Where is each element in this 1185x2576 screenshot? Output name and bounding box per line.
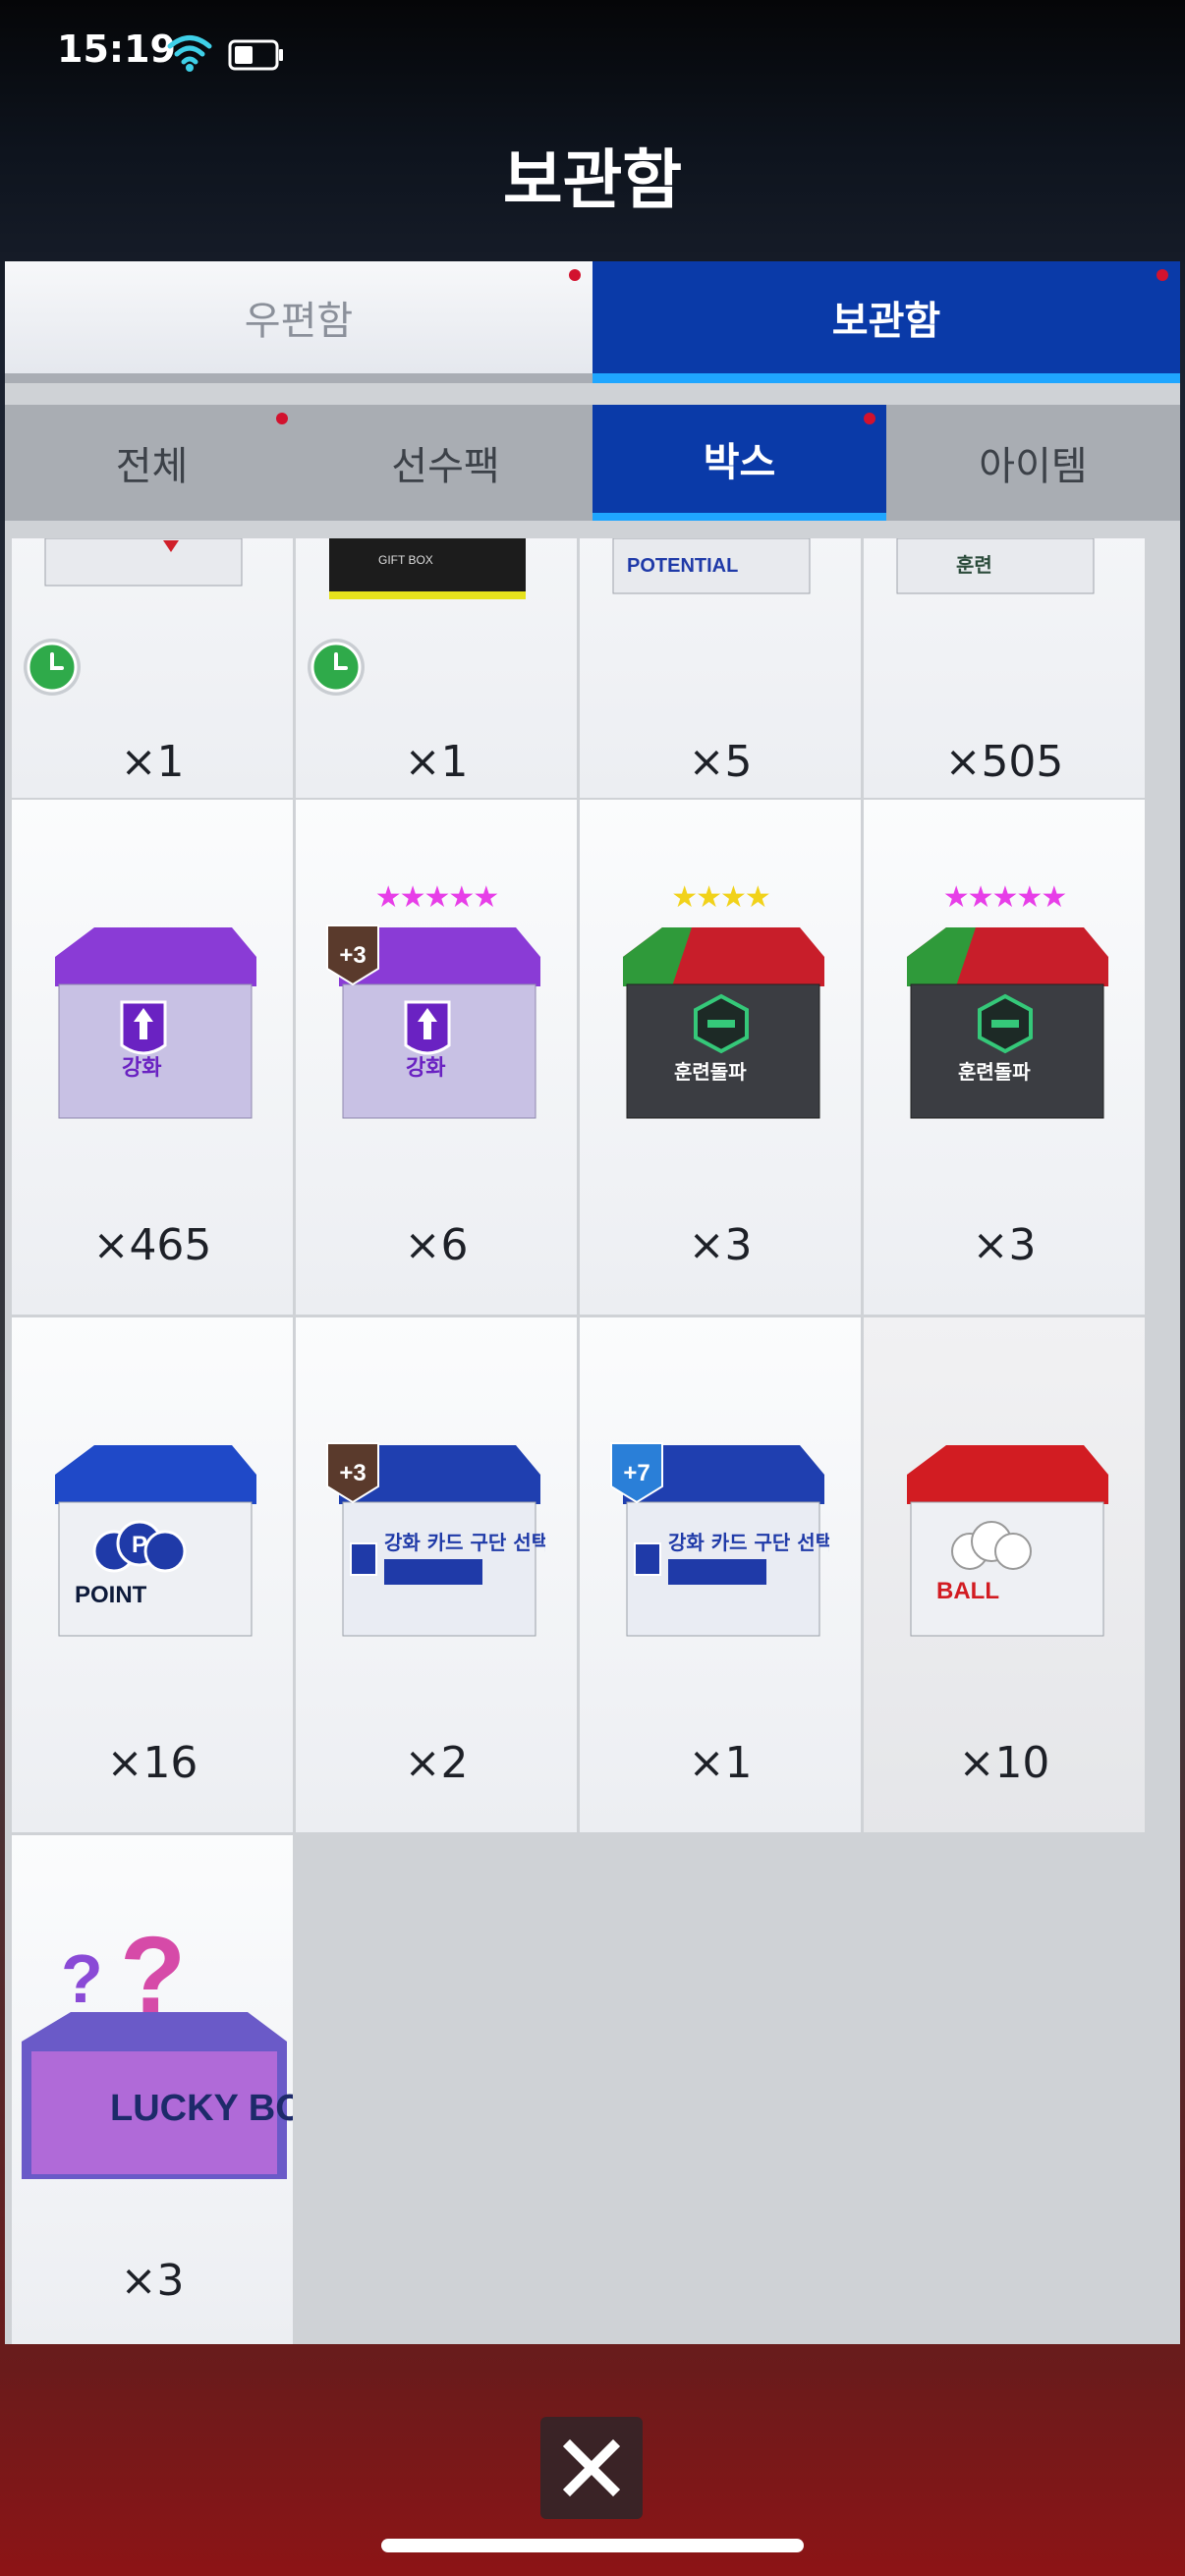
- grid-cell[interactable]: 강화 ×465: [12, 800, 293, 1315]
- box-label: 강화: [406, 1056, 445, 1081]
- ball-box-icon: BALL: [907, 1445, 1108, 1637]
- item-quantity: ×505: [944, 737, 1064, 787]
- enhance-box-icon: 강화: [55, 927, 256, 1119]
- scrollbar[interactable]: [1167, 555, 1175, 2324]
- item-quantity: ×465: [92, 1220, 212, 1270]
- notification-dot: [569, 269, 581, 281]
- item-quantity: ×3: [688, 1220, 753, 1270]
- star-rating: ★★★★★: [942, 880, 1067, 915]
- timer-icon: [24, 639, 81, 696]
- box-icon: [44, 538, 243, 587]
- star-rating: ★★★★★: [374, 880, 499, 915]
- training-box-icon: 훈련: [896, 538, 1095, 594]
- star-rating: ★★★★: [671, 880, 771, 915]
- training-breakthrough-box-icon: 훈련돌파: [907, 927, 1108, 1119]
- item-quantity: ×2: [404, 1738, 469, 1788]
- item-quantity: ×16: [106, 1738, 198, 1788]
- grid-cell[interactable]: ★★★★★ 훈련돌파 ×3: [864, 800, 1145, 1315]
- box-label: 강화 카드 구단 선택: [668, 1531, 829, 1554]
- box-label: 강화 카드 구단 선택: [384, 1531, 545, 1554]
- training-breakthrough-box-icon: 훈련돌파: [623, 927, 824, 1119]
- box-label: 훈련돌파: [674, 1060, 747, 1084]
- item-quantity: ×1: [404, 737, 469, 787]
- potential-label: POTENTIAL: [627, 555, 738, 577]
- item-quantity: ×3: [120, 2256, 185, 2306]
- svg-text:P: P: [132, 1532, 147, 1558]
- subtab-box-label: 박스: [703, 440, 776, 485]
- subtab-item[interactable]: 아이템: [886, 405, 1180, 521]
- tab-mailbox[interactable]: 우편함: [5, 261, 592, 383]
- grid-cell[interactable]: ★★★★★ 강화 +3 ×6: [296, 800, 577, 1315]
- main-tabs: 우편함 보관함: [5, 261, 1180, 383]
- battery-icon: [228, 39, 283, 71]
- grid-cell[interactable]: BALL ×10: [864, 1317, 1145, 1832]
- item-quantity: ×1: [688, 1738, 753, 1788]
- box-label: 훈련돌파: [958, 1060, 1031, 1084]
- box-label: POINT: [75, 1582, 147, 1608]
- level-badge: +3: [326, 1442, 379, 1504]
- grid-cell[interactable]: 훈련 ×505: [864, 538, 1145, 798]
- subtab-all[interactable]: 전체: [5, 405, 299, 521]
- box-label: 강화: [122, 1056, 161, 1081]
- subtab-item-label: 아이템: [979, 444, 1088, 489]
- item-quantity: ×6: [404, 1220, 469, 1270]
- svg-text:?: ?: [61, 1940, 103, 2017]
- grid-cell[interactable]: ? ? LUCKY BOX ×3: [12, 1835, 293, 2344]
- category-tabs: 전체 선수팩 박스 아이템: [5, 405, 1180, 521]
- item-quantity: ×5: [688, 737, 753, 787]
- subtab-player-pack-label: 선수팩: [391, 444, 500, 489]
- grid-cell[interactable]: ×1: [12, 538, 293, 798]
- training-label: 훈련: [956, 553, 992, 577]
- level-badge: +3: [326, 924, 379, 986]
- close-icon: [562, 2438, 621, 2497]
- subtab-box[interactable]: 박스: [592, 405, 886, 521]
- page-title: 보관함: [502, 142, 683, 218]
- item-quantity: ×1: [120, 737, 185, 787]
- grid-cell[interactable]: 강화 카드 구단 선택 +7 ×1: [580, 1317, 861, 1832]
- svg-text:+3: +3: [339, 1460, 366, 1486]
- potential-box-icon: POTENTIAL: [612, 538, 811, 594]
- grid-cell[interactable]: POTENTIAL ×5: [580, 538, 861, 798]
- gift-box-icon: GIFT BOX: [329, 538, 526, 599]
- notification-dot: [864, 413, 875, 424]
- notification-dot: [1157, 269, 1168, 281]
- notification-dot: [276, 413, 288, 424]
- box-label: BALL: [936, 1578, 999, 1604]
- grid-cell[interactable]: ★★★★ 훈련돌파 ×3: [580, 800, 861, 1315]
- point-box-icon: P POINT: [55, 1445, 256, 1637]
- subtab-all-label: 전체: [115, 444, 189, 489]
- lucky-box-icon: ? ? LUCKY BOX: [22, 1915, 293, 2179]
- tab-storage[interactable]: 보관함: [592, 261, 1180, 383]
- box-label: LUCKY BOX: [110, 2088, 293, 2129]
- svg-text:GIFT BOX: GIFT BOX: [378, 553, 433, 567]
- item-quantity: ×10: [958, 1738, 1050, 1788]
- status-bar: 15:19: [0, 0, 1185, 108]
- status-time: 15:19: [57, 28, 176, 71]
- close-button[interactable]: [540, 2417, 643, 2519]
- item-grid: ×1 GIFT BOX ×1 POTENTIAL ×5 훈련 ×505 강화 ×…: [12, 538, 1152, 2344]
- item-quantity: ×3: [972, 1220, 1037, 1270]
- tab-storage-label: 보관함: [831, 299, 941, 344]
- level-badge: +7: [610, 1442, 663, 1504]
- subtab-player-pack[interactable]: 선수팩: [299, 405, 592, 521]
- grid-cell[interactable]: P POINT ×16: [12, 1317, 293, 1832]
- grid-cell[interactable]: 강화 카드 구단 선택 +3 ×2: [296, 1317, 577, 1832]
- svg-text:+3: +3: [339, 942, 366, 969]
- wifi-icon: [167, 35, 212, 72]
- grid-cell[interactable]: GIFT BOX ×1: [296, 538, 577, 798]
- svg-text:+7: +7: [623, 1460, 649, 1486]
- timer-icon: [308, 639, 365, 696]
- tab-mailbox-label: 우편함: [244, 299, 354, 344]
- home-indicator[interactable]: [381, 2539, 804, 2552]
